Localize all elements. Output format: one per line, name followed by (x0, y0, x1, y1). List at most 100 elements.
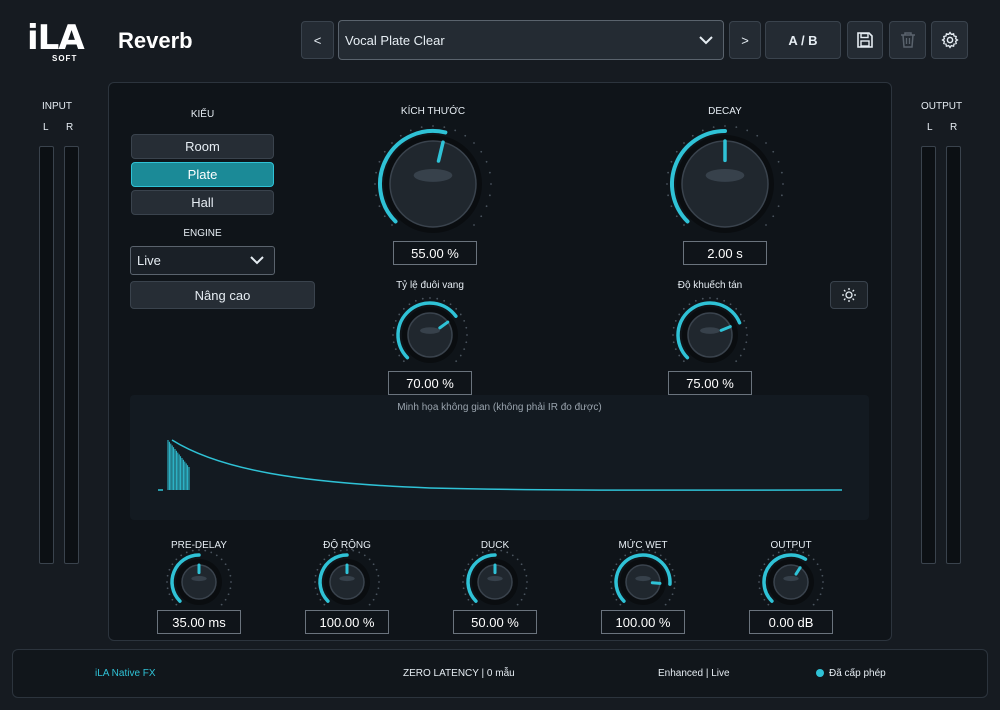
output-left-label: L (927, 122, 933, 133)
knob-tick (691, 134, 694, 137)
width-value-field[interactable]: 100.00 % (305, 610, 389, 634)
wet-value-field[interactable]: 100.00 % (601, 610, 685, 634)
pre-delay-value-field[interactable]: 35.00 ms (157, 610, 241, 634)
knob-tick (664, 558, 667, 561)
knob-tick (763, 598, 766, 601)
knob-tick (314, 581, 316, 583)
next-preset-button[interactable]: > (729, 21, 761, 59)
knob-tick (772, 150, 775, 153)
chevron-down-icon (699, 35, 713, 44)
knob-tick (758, 581, 760, 583)
knob-tick (758, 587, 761, 590)
knob-tick (391, 224, 393, 226)
knob-shine (705, 168, 745, 182)
knob-tick (436, 297, 439, 300)
knob-tick (368, 558, 371, 561)
settings-button[interactable] (931, 21, 968, 59)
knob-tick (463, 348, 466, 351)
knob-tick (777, 551, 780, 554)
knob-tick (612, 568, 615, 571)
knob-tick (481, 551, 484, 554)
decay-knob[interactable] (660, 119, 790, 249)
delete-preset-button[interactable] (889, 21, 926, 59)
type-hall-button[interactable]: Hall (131, 190, 274, 215)
output-meter-label: OUTPUT (921, 101, 963, 112)
knob-tick (471, 558, 474, 561)
output-label: OUTPUT (770, 540, 812, 551)
knob-tick (688, 303, 691, 306)
knob-tick (610, 574, 613, 577)
knob-tick (465, 341, 468, 344)
knob-tick (671, 568, 674, 571)
input-meter-label: INPUT (42, 101, 72, 112)
input-left-label: L (43, 122, 49, 133)
knob-tick (735, 307, 738, 310)
knob-tick (668, 598, 671, 601)
knob-tick (485, 160, 488, 163)
knob-tick (670, 205, 673, 208)
save-icon (857, 32, 873, 48)
knob-tick (802, 551, 805, 554)
prev-preset-button[interactable]: < (301, 21, 334, 59)
decay-value-field[interactable]: 2.00 s (683, 241, 767, 265)
type-room-button[interactable]: Room (131, 134, 274, 159)
knob-tick (467, 563, 470, 566)
trash-icon (900, 32, 915, 48)
knob-tick (372, 563, 375, 566)
knob-tick (464, 134, 467, 137)
knob-tick (664, 603, 667, 606)
knob-tick (227, 568, 230, 571)
wet-label: MỨC WET (618, 540, 668, 551)
ab-compare-button[interactable]: A / B (765, 21, 841, 59)
diffusion-knob[interactable] (666, 291, 754, 379)
knob-tick (408, 303, 411, 306)
tail-ratio-label: Tỷ lệ đuôi vang (396, 280, 464, 291)
save-preset-button[interactable] (847, 21, 883, 59)
knob-tick (709, 297, 711, 299)
knob-tick (701, 297, 704, 300)
knob-tick (511, 554, 514, 557)
knob-tick (729, 303, 732, 306)
knob-tick (525, 587, 528, 590)
knob-tick (767, 558, 770, 561)
knob-tick (166, 574, 169, 577)
duck-label: DUCK (480, 540, 510, 551)
input-meter-left (39, 146, 54, 564)
tail-ratio-value-field[interactable]: 70.00 % (388, 371, 472, 395)
knob-tick (473, 224, 475, 226)
knob-shine (413, 168, 453, 182)
knob-tick (394, 348, 397, 351)
knob-tick (402, 360, 405, 363)
knob-tick (166, 581, 168, 583)
knob-tick (383, 215, 386, 218)
knob-tick (323, 558, 326, 561)
theme-toggle-button[interactable] (830, 281, 868, 309)
knob-tick (409, 129, 412, 132)
knob-tick (807, 554, 810, 557)
knob-tick (615, 563, 618, 566)
knob-tick (772, 554, 775, 557)
knob-indicator (650, 581, 662, 585)
knob-tick (673, 574, 676, 577)
knob-shine (635, 576, 651, 582)
knob-tick (480, 215, 483, 218)
visualizer-caption: Minh họa không gian (không phải IR đo đư… (397, 402, 602, 413)
knob-tick (712, 126, 715, 129)
diffusion-value-field[interactable]: 75.00 % (668, 371, 752, 395)
knob-body (407, 312, 453, 358)
engine-dropdown[interactable]: Live (130, 246, 275, 275)
knob-body (687, 312, 733, 358)
knob-tick (739, 313, 742, 316)
tail-ratio-knob[interactable] (386, 291, 474, 379)
knob-tick (220, 603, 223, 606)
size-knob[interactable] (368, 119, 498, 249)
knob-tick (229, 574, 232, 577)
knob-tick (819, 568, 822, 571)
advanced-button[interactable]: Nâng cao (130, 281, 315, 309)
output-value-field[interactable]: 0.00 dB (749, 610, 833, 634)
size-value-field[interactable]: 55.00 % (393, 241, 477, 265)
duck-value-field[interactable]: 50.00 % (453, 610, 537, 634)
knob-tick (480, 150, 483, 153)
preset-selector[interactable]: Vocal Plate Clear (338, 20, 724, 60)
type-plate-button[interactable]: Plate (131, 162, 274, 187)
